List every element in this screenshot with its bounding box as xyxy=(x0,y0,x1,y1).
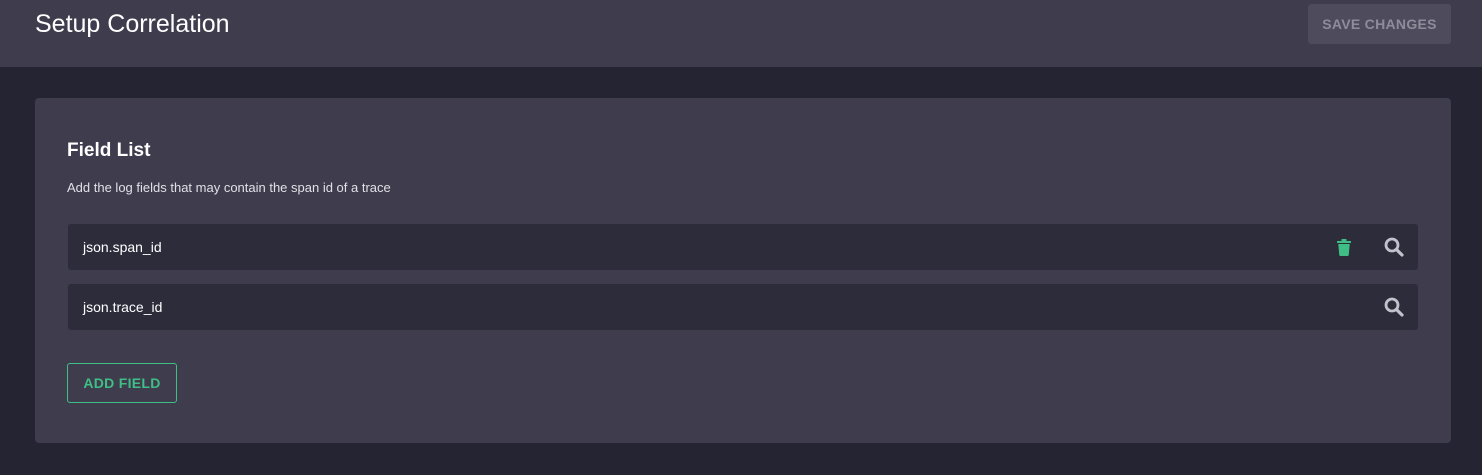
page-title: Setup Correlation xyxy=(35,10,230,38)
trash-icon[interactable] xyxy=(1332,235,1356,259)
field-list-card: Field List Add the log fields that may c… xyxy=(35,98,1451,443)
field-name: json.trace_id xyxy=(83,299,163,315)
save-changes-button[interactable]: SAVE CHANGES xyxy=(1308,4,1451,44)
field-row: json.trace_id xyxy=(68,284,1418,330)
card-title: Field List xyxy=(67,140,151,161)
card-description: Add the log fields that may contain the … xyxy=(67,180,391,195)
add-field-button[interactable]: ADD FIELD xyxy=(67,363,177,403)
field-row: json.span_id xyxy=(68,224,1418,270)
search-icon[interactable] xyxy=(1382,235,1406,259)
top-header: Setup Correlation SAVE CHANGES xyxy=(0,0,1482,67)
search-icon[interactable] xyxy=(1382,295,1406,319)
field-name: json.span_id xyxy=(83,239,162,255)
